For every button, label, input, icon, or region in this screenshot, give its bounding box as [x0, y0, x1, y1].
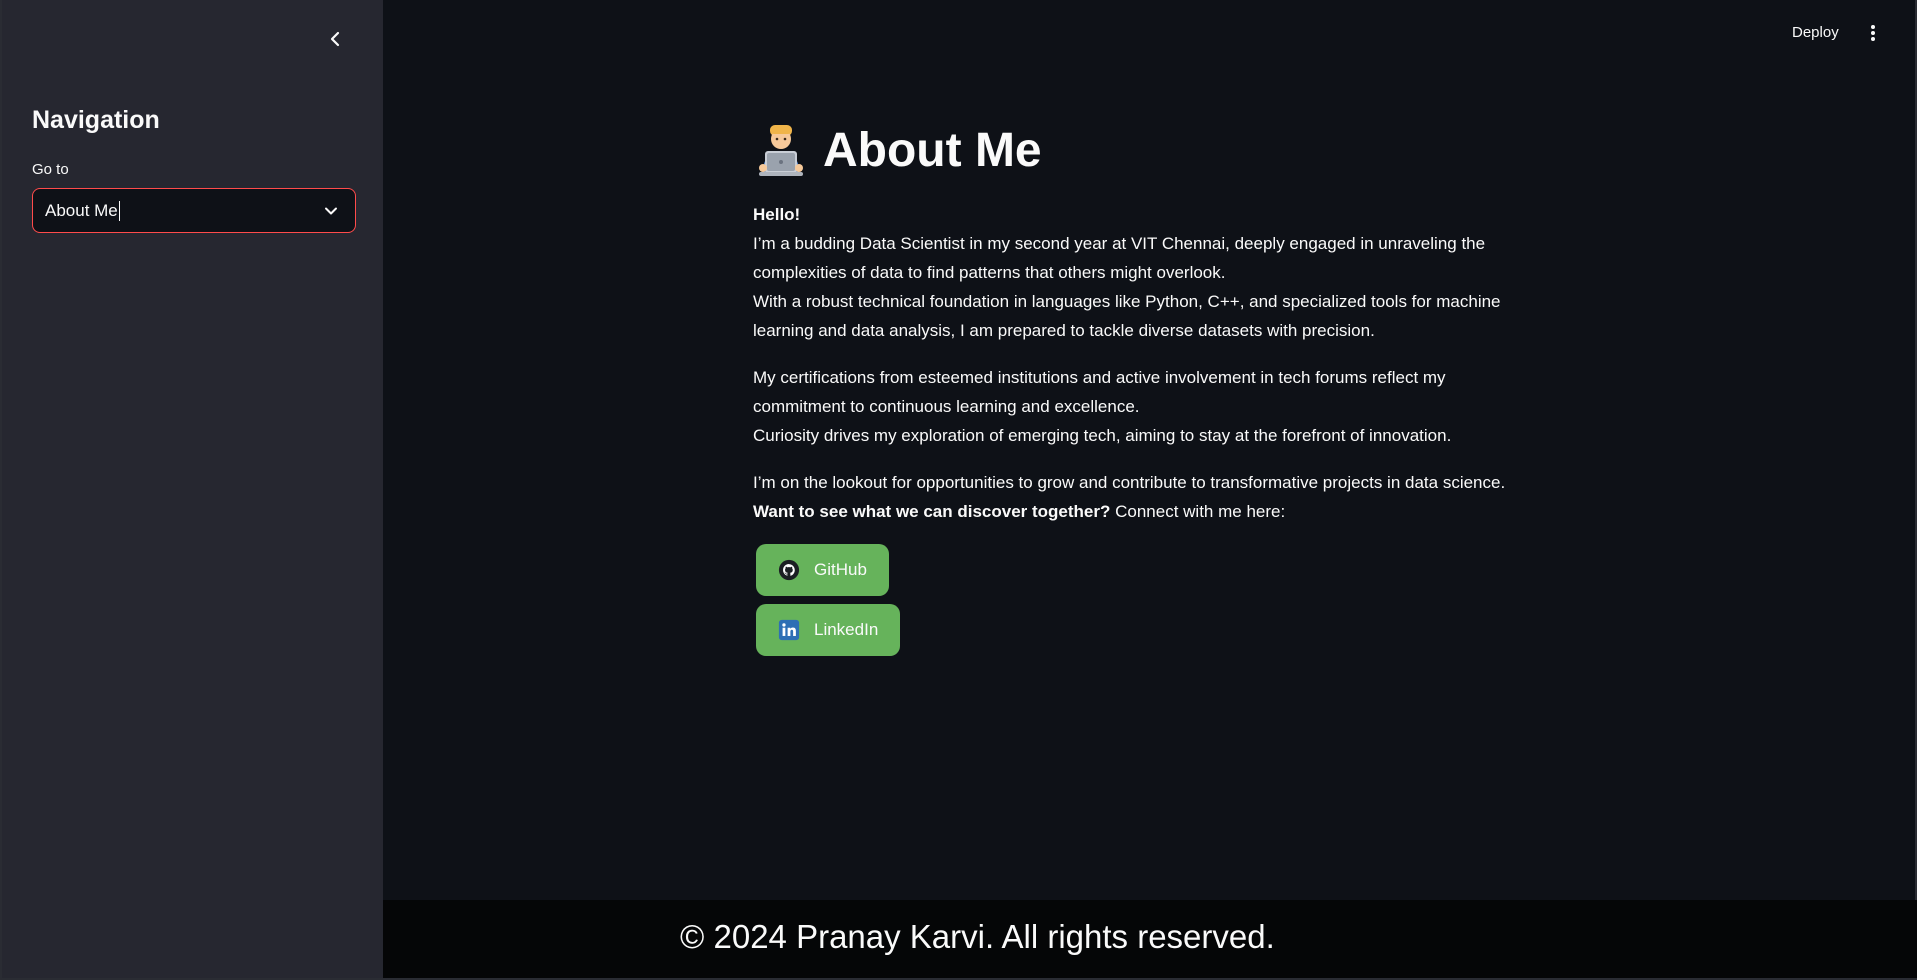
chevron-down-icon — [325, 207, 337, 215]
linkedin-label: LinkedIn — [814, 620, 879, 639]
certifications-paragraph: My certifications from esteemed institut… — [753, 363, 1543, 450]
sidebar: Navigation Go to About Me — [2, 0, 383, 978]
cert-line: commitment to continuous learning and ex… — [753, 397, 1140, 416]
greeting-text: Hello! — [753, 205, 801, 224]
cert-line: Curiosity drives my exploration of emerg… — [753, 426, 1452, 445]
cta-rest: Connect with me here: — [1110, 502, 1286, 521]
intro-line: learning and data analysis, I am prepare… — [753, 321, 1375, 340]
github-row: GitHub — [753, 544, 1543, 596]
lookout-line: I’m on the lookout for opportunities to … — [753, 473, 1506, 492]
cta-line: Want to see what we can discover togethe… — [753, 497, 1543, 526]
text-cursor — [118, 200, 120, 221]
footer-copyright: © 2024 Pranay Karvi. All rights reserved… — [680, 918, 1275, 955]
main-area: About Me Hello! I’m a budding Data Scien… — [383, 0, 1917, 900]
intro-line: With a robust technical foundation in la… — [753, 292, 1501, 311]
intro-line: complexities of data to find patterns th… — [753, 263, 1226, 282]
page-select[interactable]: About Me — [32, 188, 356, 233]
content-block: About Me Hello! I’m a budding Data Scien… — [753, 122, 1543, 656]
chevron-left-icon — [330, 31, 340, 47]
page-title-text: About Me — [823, 123, 1042, 177]
cert-line: My certifications from esteemed institut… — [753, 368, 1446, 387]
collapse-sidebar-button[interactable] — [320, 24, 350, 54]
github-label: GitHub — [814, 560, 867, 579]
technologist-icon — [759, 125, 803, 176]
select-label: Go to — [32, 161, 69, 178]
intro-paragraph: Hello! I’m a budding Data Scientist in m… — [753, 200, 1543, 345]
sidebar-title: Navigation — [32, 106, 160, 134]
linkedin-row: LinkedIn — [753, 604, 1543, 656]
linkedin-icon — [778, 619, 800, 641]
github-button[interactable]: GitHub — [756, 544, 889, 596]
github-icon — [778, 559, 800, 581]
app-window: Navigation Go to About Me Deploy About M… — [0, 0, 1917, 980]
cta-bold: Want to see what we can discover togethe… — [753, 502, 1111, 521]
select-value: About Me — [45, 200, 118, 220]
linkedin-button[interactable]: LinkedIn — [756, 604, 901, 656]
cta-paragraph: I’m on the lookout for opportunities to … — [753, 468, 1543, 526]
intro-line: I’m a budding Data Scientist in my secon… — [753, 234, 1486, 253]
footer: © 2024 Pranay Karvi. All rights reserved… — [383, 900, 1917, 978]
page-title: About Me — [753, 122, 1543, 178]
